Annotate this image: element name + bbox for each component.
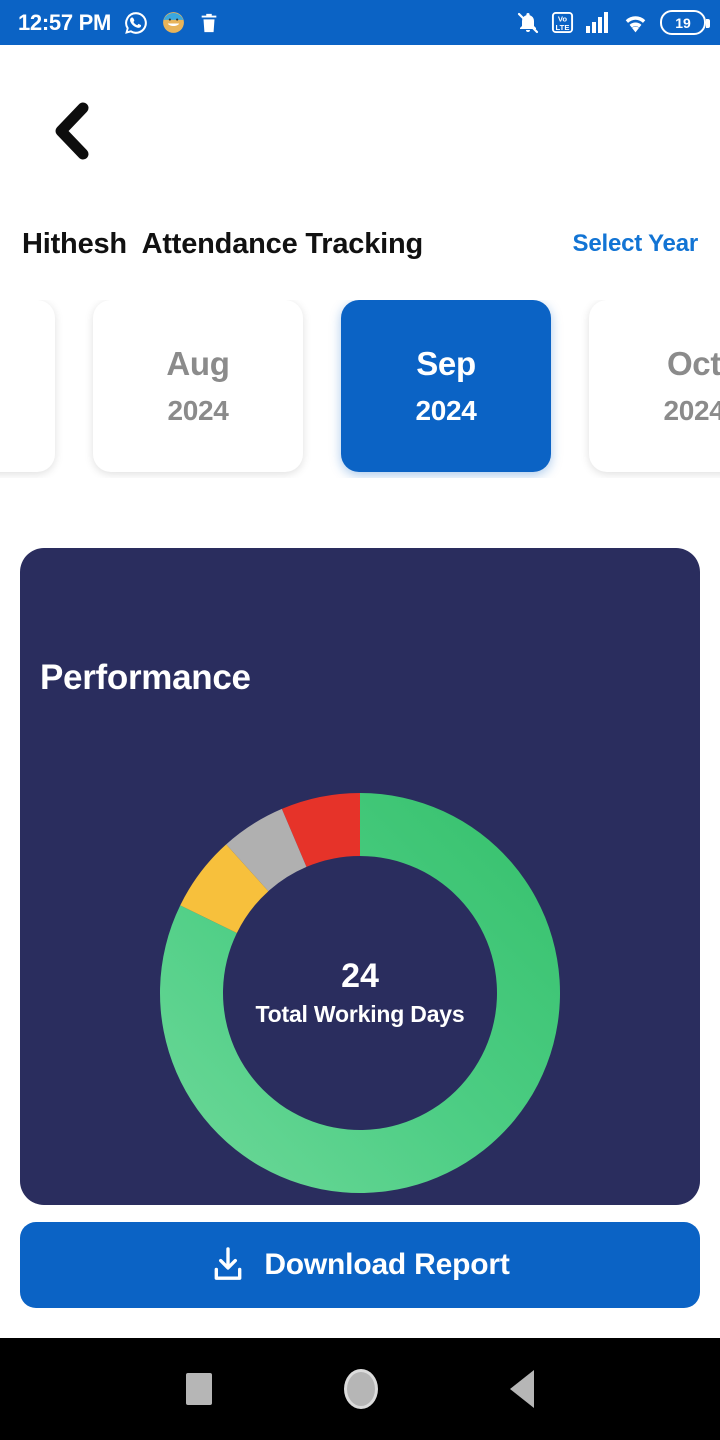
back-triangle-icon[interactable]	[510, 1370, 534, 1408]
status-bar-left-group: 12:57 PM	[18, 10, 220, 36]
wifi-icon	[622, 12, 649, 34]
page-title: Hithesh Attendance Tracking	[22, 227, 424, 260]
page-header: Hithesh Attendance Tracking Select Year	[0, 218, 720, 270]
month-card-aug-2024[interactable]: Aug 2024	[93, 300, 303, 472]
status-bar: 12:57 PM Vo LTE 19	[0, 0, 720, 45]
donut-chart-svg	[160, 793, 560, 1193]
month-card-partial-previous[interactable]	[0, 300, 55, 472]
phone-screen: 12:57 PM Vo LTE 19 Hithesh Attendance Tr…	[0, 0, 720, 1440]
home-circle-icon[interactable]	[344, 1369, 378, 1409]
month-card-sep-2024-selected[interactable]: Sep 2024	[341, 300, 551, 472]
battery-icon: 19	[660, 10, 710, 35]
android-navigation-bar	[0, 1338, 720, 1440]
bell-muted-icon	[516, 11, 540, 35]
recents-square-icon[interactable]	[186, 1373, 212, 1405]
volte-icon: Vo LTE	[551, 11, 574, 34]
signal-bars-icon	[585, 11, 611, 34]
svg-text:LTE: LTE	[556, 23, 570, 32]
download-icon	[214, 1247, 242, 1280]
download-report-label: Download Report	[264, 1248, 510, 1281]
performance-title: Performance	[40, 658, 251, 697]
chevron-left-icon	[55, 102, 89, 160]
svg-text:Vo: Vo	[558, 15, 568, 24]
month-card-month: Sep	[416, 345, 476, 382]
performance-card: Performance 24 Total Working Days	[20, 548, 700, 1205]
month-card-year: 2024	[663, 395, 720, 426]
month-card-month: Aug	[166, 345, 230, 382]
month-card-month: Oct	[666, 345, 720, 382]
attendance-donut-chart: 24 Total Working Days	[140, 783, 580, 1203]
emoji-icon	[161, 10, 186, 35]
month-carousel[interactable]: Aug 2024 Sep 2024 Oct 2024	[0, 300, 720, 478]
month-card-year: 2024	[415, 395, 477, 426]
trash-icon	[198, 11, 220, 35]
select-year-link[interactable]: Select Year	[573, 230, 699, 258]
status-bar-right-group: Vo LTE 19	[516, 10, 710, 35]
battery-level-text: 19	[675, 14, 691, 31]
whatsapp-icon	[123, 10, 149, 36]
month-card-year: 2024	[167, 395, 229, 426]
download-report-button[interactable]: Download Report	[20, 1222, 700, 1308]
status-bar-clock: 12:57 PM	[18, 9, 111, 35]
back-button[interactable]	[36, 95, 106, 167]
month-card-oct-2024[interactable]: Oct 2024	[589, 300, 720, 472]
